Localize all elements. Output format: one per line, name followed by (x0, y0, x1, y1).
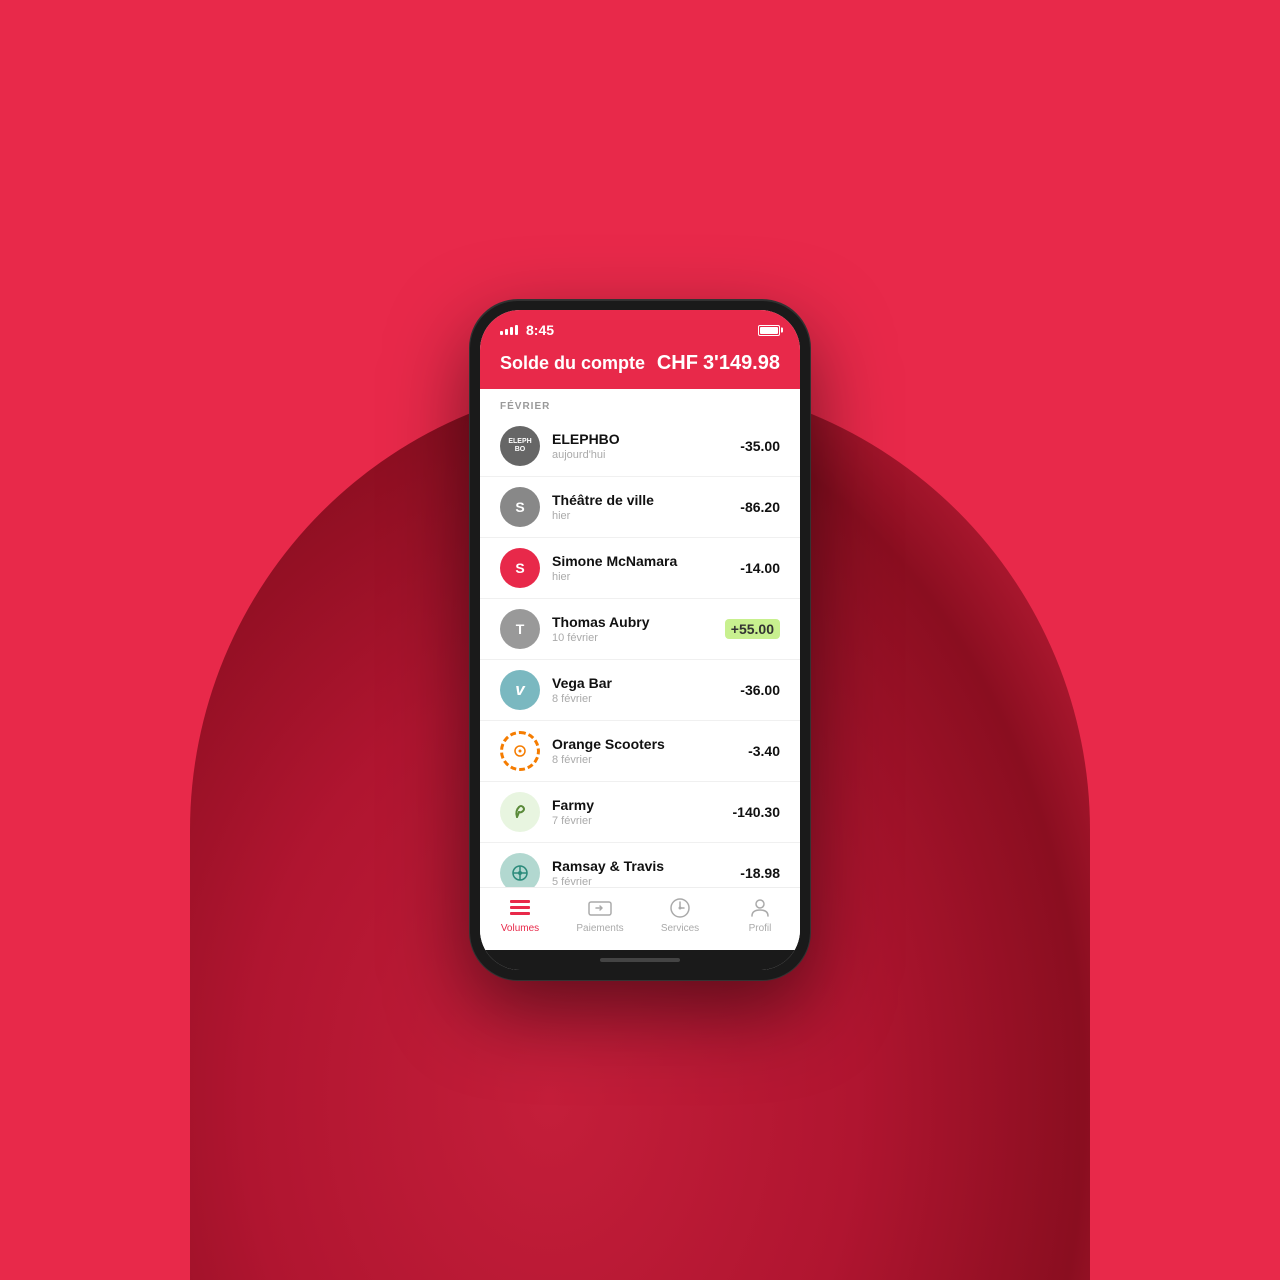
transaction-amount: -35.00 (740, 438, 780, 454)
transaction-amount: -86.20 (740, 499, 780, 515)
nav-item-services[interactable]: Services (640, 896, 720, 934)
home-indicator (480, 950, 800, 970)
services-icon (668, 896, 692, 920)
transaction-name: Orange Scooters (552, 736, 736, 753)
transaction-info: Thomas Aubry 10 février (552, 614, 713, 644)
avatar (500, 792, 540, 832)
transaction-info: Farmy 7 février (552, 797, 721, 827)
volumes-icon (508, 896, 532, 920)
amount-prefix: CHF (657, 352, 698, 374)
transaction-name: Théâtre de ville (552, 492, 728, 509)
orange-scooters-icon (513, 744, 527, 758)
transaction-list: ELEPHBO ELEPHBO aujourd'hui -35.00 S Thé… (480, 416, 800, 887)
list-item[interactable]: v Vega Bar 8 février -36.00 (480, 660, 800, 721)
home-bar (600, 958, 680, 962)
transaction-date: hier (552, 571, 728, 583)
scene: 8:45 Solde du compte CHF 3'149.98 FÉVRIE… (0, 0, 1280, 1280)
list-item[interactable]: S Simone McNamara hier -14.00 (480, 538, 800, 599)
transaction-amount: -3.40 (748, 743, 780, 759)
nav-label-services: Services (661, 923, 699, 934)
avatar: v (500, 670, 540, 710)
header-title: Solde du compte (500, 353, 645, 374)
transaction-date: 7 février (552, 815, 721, 827)
avatar (500, 853, 540, 887)
list-item[interactable]: S Théâtre de ville hier -86.20 (480, 477, 800, 538)
paiements-icon (588, 896, 612, 920)
profil-icon (748, 896, 772, 920)
transaction-date: 5 février (552, 876, 728, 887)
transaction-name: Ramsay & Travis (552, 858, 728, 875)
transaction-date: 10 février (552, 632, 713, 644)
transaction-amount: -14.00 (740, 560, 780, 576)
transaction-date: hier (552, 510, 728, 522)
nav-item-profil[interactable]: Profil (720, 896, 800, 934)
nav-label-volumes: Volumes (501, 923, 539, 934)
transaction-amount: -36.00 (740, 682, 780, 698)
transaction-info: ELEPHBO aujourd'hui (552, 431, 728, 461)
transaction-date: aujourd'hui (552, 449, 728, 461)
account-header: Solde du compte CHF 3'149.98 (480, 346, 800, 389)
nav-item-volumes[interactable]: Volumes (480, 896, 560, 934)
phone-screen: 8:45 Solde du compte CHF 3'149.98 FÉVRIE… (480, 310, 800, 970)
transaction-info: Théâtre de ville hier (552, 492, 728, 522)
avatar: ELEPHBO (500, 426, 540, 466)
avatar: S (500, 487, 540, 527)
nav-item-paiements[interactable]: Paiements (560, 896, 640, 934)
transaction-amount: -140.30 (733, 804, 780, 820)
transaction-info: Vega Bar 8 février (552, 675, 728, 705)
transaction-info: Simone McNamara hier (552, 553, 728, 583)
transaction-name: ELEPHBO (552, 431, 728, 448)
transaction-info: Orange Scooters 8 février (552, 736, 736, 766)
transaction-amount: -18.98 (740, 865, 780, 881)
ramsay-icon (510, 863, 530, 883)
nav-label-paiements: Paiements (576, 923, 623, 934)
avatar: T (500, 609, 540, 649)
farmy-icon (509, 801, 531, 823)
transaction-content: FÉVRIER ELEPHBO ELEPHBO aujourd'hui -35.… (480, 389, 800, 887)
transaction-info: Ramsay & Travis 5 février (552, 858, 728, 887)
status-bar: 8:45 (480, 310, 800, 346)
list-item[interactable]: Ramsay & Travis 5 février -18.98 (480, 843, 800, 887)
phone-shell: 8:45 Solde du compte CHF 3'149.98 FÉVRIE… (470, 300, 810, 980)
amount-value: 3'149.98 (703, 352, 780, 374)
list-item[interactable]: Orange Scooters 8 février -3.40 (480, 721, 800, 782)
transaction-name: Simone McNamara (552, 553, 728, 570)
status-time: 8:45 (526, 322, 554, 338)
avatar: S (500, 548, 540, 588)
header-amount: CHF 3'149.98 (657, 352, 780, 375)
transaction-name: Thomas Aubry (552, 614, 713, 631)
avatar (500, 731, 540, 771)
signal-icon (500, 325, 518, 335)
transaction-amount: +55.00 (725, 619, 780, 639)
transaction-date: 8 février (552, 754, 736, 766)
transaction-name: Farmy (552, 797, 721, 814)
section-label: FÉVRIER (480, 389, 800, 416)
list-item[interactable]: T Thomas Aubry 10 février +55.00 (480, 599, 800, 660)
list-item[interactable]: Farmy 7 février -140.30 (480, 782, 800, 843)
bottom-nav: Volumes Paiements (480, 887, 800, 950)
transaction-name: Vega Bar (552, 675, 728, 692)
transaction-date: 8 février (552, 693, 728, 705)
nav-label-profil: Profil (749, 923, 772, 934)
list-item[interactable]: ELEPHBO ELEPHBO aujourd'hui -35.00 (480, 416, 800, 477)
battery-icon (758, 325, 780, 336)
